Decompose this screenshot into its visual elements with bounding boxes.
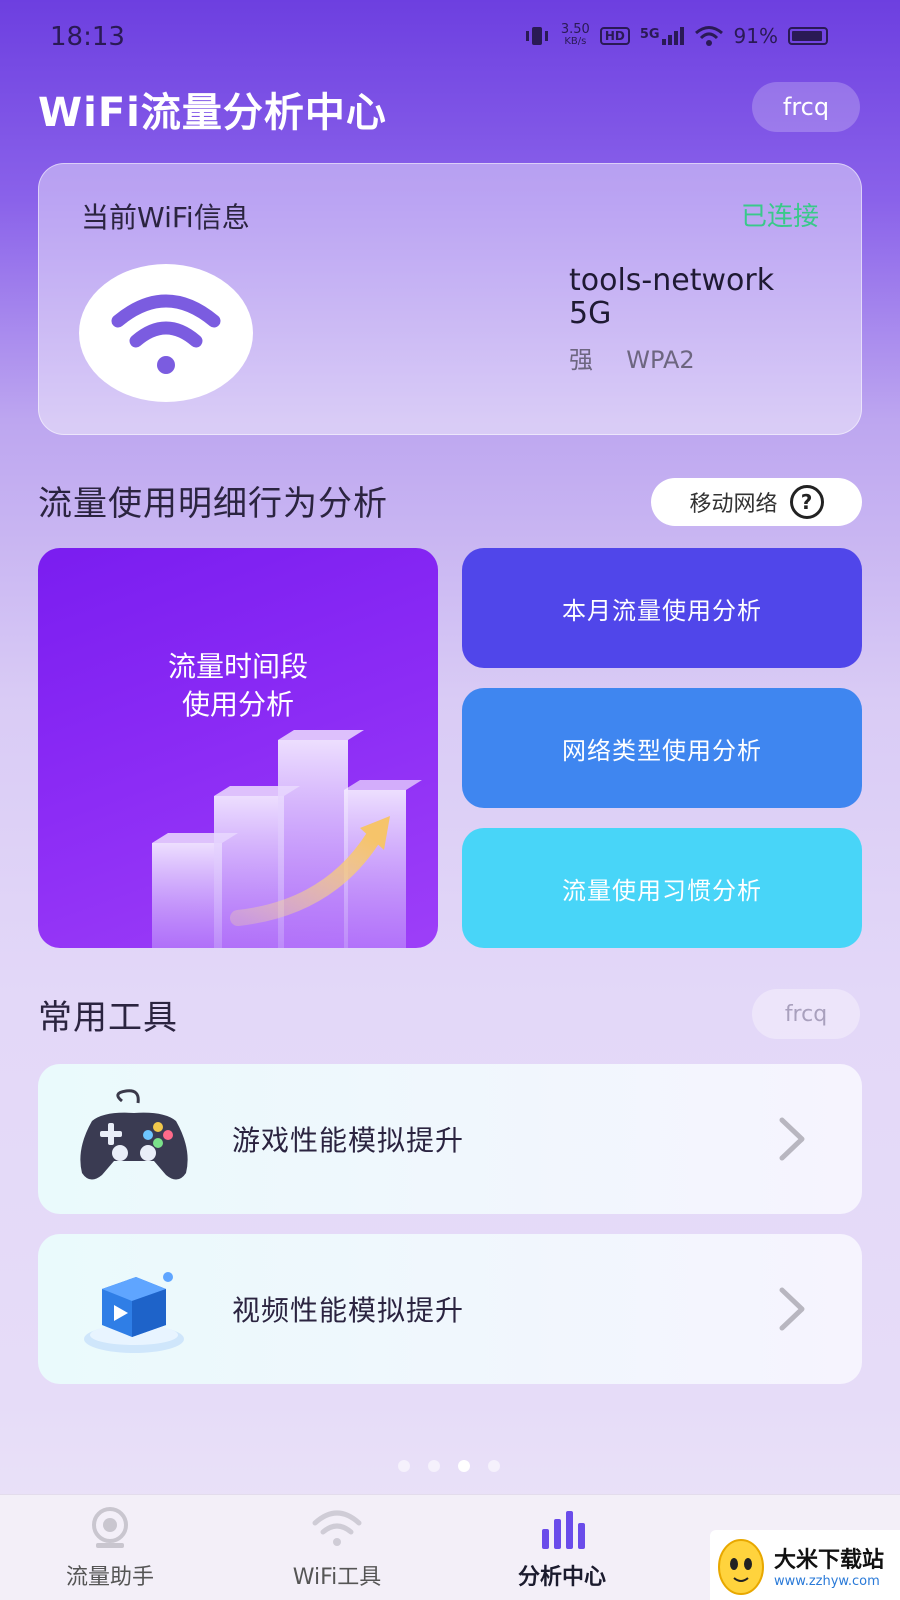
video-boost-label: 视频性能模拟提升 [232, 1294, 465, 1327]
vibrate-icon [525, 27, 548, 45]
hd-badge: HD [599, 27, 630, 45]
battery-percent: 91% [733, 24, 778, 48]
big-card-line-1: 流量时间段 [167, 650, 308, 683]
wifi-badge [79, 264, 253, 402]
page-dot[interactable] [428, 1460, 440, 1472]
video-boost-item[interactable]: 视频性能模拟提升 [38, 1234, 862, 1384]
page-dot-active[interactable] [458, 1460, 470, 1472]
tab-label: 流量助手 [65, 1565, 154, 1590]
connection-status: 已连接 [740, 202, 819, 232]
gamepad-icon [80, 1089, 188, 1180]
security-type: WPA2 [626, 346, 695, 374]
watermark: 大米下载站 www.zzhyw.com [710, 1530, 900, 1600]
time-period-analysis-card[interactable]: 流量时间段 使用分析 [38, 548, 438, 948]
wifi-status-icon [694, 26, 723, 46]
network-speed: 3.50 KB/s [560, 22, 590, 48]
wifi-ssid: tools-network 5G [569, 264, 829, 330]
watermark-name: 大米下载站 [774, 1547, 885, 1573]
assistant-icon [92, 1507, 128, 1548]
game-boost-item[interactable]: 游戏性能模拟提升 [38, 1064, 862, 1214]
status-bar: 18:13 3.50 KB/s HD 5G 91% [0, 0, 900, 72]
mobile-network-pill[interactable]: 移动网络 ? [651, 478, 862, 526]
game-boost-label: 游戏性能模拟提升 [232, 1124, 465, 1157]
battery-icon [788, 27, 828, 45]
network-type-button[interactable]: 网络类型使用分析 [462, 688, 862, 808]
tools-chip[interactable]: frcq [752, 989, 860, 1039]
ssid-line-2: 5G [569, 296, 612, 331]
page-dot[interactable] [488, 1460, 500, 1472]
tab-label: 分析中心 [517, 1565, 606, 1590]
signal-bars-icon [661, 27, 684, 45]
egg-mascot-icon [718, 1539, 764, 1595]
monthly-usage-button[interactable]: 本月流量使用分析 [462, 548, 862, 668]
wifi-icon [312, 1510, 362, 1546]
analysis-section-title: 流量使用明细行为分析 [38, 484, 388, 524]
page-title: WiFi流量分析中心 [38, 90, 387, 136]
signal-strength: 强 [569, 346, 593, 374]
tab-label: WiFi工具 [292, 1565, 382, 1590]
page-dot[interactable] [398, 1460, 410, 1472]
header-chip[interactable]: frcq [752, 82, 860, 132]
video-box-icon [84, 1272, 184, 1353]
ssid-line-1: tools-network [569, 263, 775, 298]
chevron-right-icon [779, 1287, 805, 1331]
bar-chart-icon [542, 1511, 585, 1549]
tab-wifi-tools[interactable]: WiFi工具 [227, 1505, 447, 1595]
tab-traffic-assistant[interactable]: 流量助手 [0, 1505, 220, 1595]
chevron-right-icon [779, 1117, 805, 1161]
bar-growth-illustration-icon [152, 730, 422, 948]
status-time: 18:13 [50, 22, 125, 52]
wifi-info-card[interactable]: 当前WiFi信息 已连接 tools-network 5G 强 WPA2 [38, 163, 862, 435]
wifi-icon [111, 294, 221, 374]
tools-section-title: 常用工具 [38, 998, 178, 1038]
network-type: 5G [640, 27, 684, 45]
big-card-label: 流量时间段 使用分析 [38, 648, 438, 724]
mobile-network-label: 移动网络 [689, 492, 778, 517]
wifi-card-title: 当前WiFi信息 [81, 201, 250, 234]
speed-value: 3.50 [560, 22, 590, 37]
help-icon[interactable]: ? [789, 485, 824, 519]
usage-habit-button[interactable]: 流量使用习惯分析 [462, 828, 862, 948]
wifi-detail: 强 WPA2 [569, 340, 695, 375]
status-indicators: 3.50 KB/s HD 5G 91% [523, 22, 828, 48]
watermark-text: 大米下载站 www.zzhyw.com [774, 1542, 884, 1589]
network-label: 5G [639, 27, 660, 42]
page-indicator [398, 1460, 500, 1472]
speed-unit: KB/s [564, 36, 587, 47]
tab-analysis-center[interactable]: 分析中心 [452, 1505, 672, 1595]
watermark-url: www.zzhyw.com [774, 1573, 880, 1589]
